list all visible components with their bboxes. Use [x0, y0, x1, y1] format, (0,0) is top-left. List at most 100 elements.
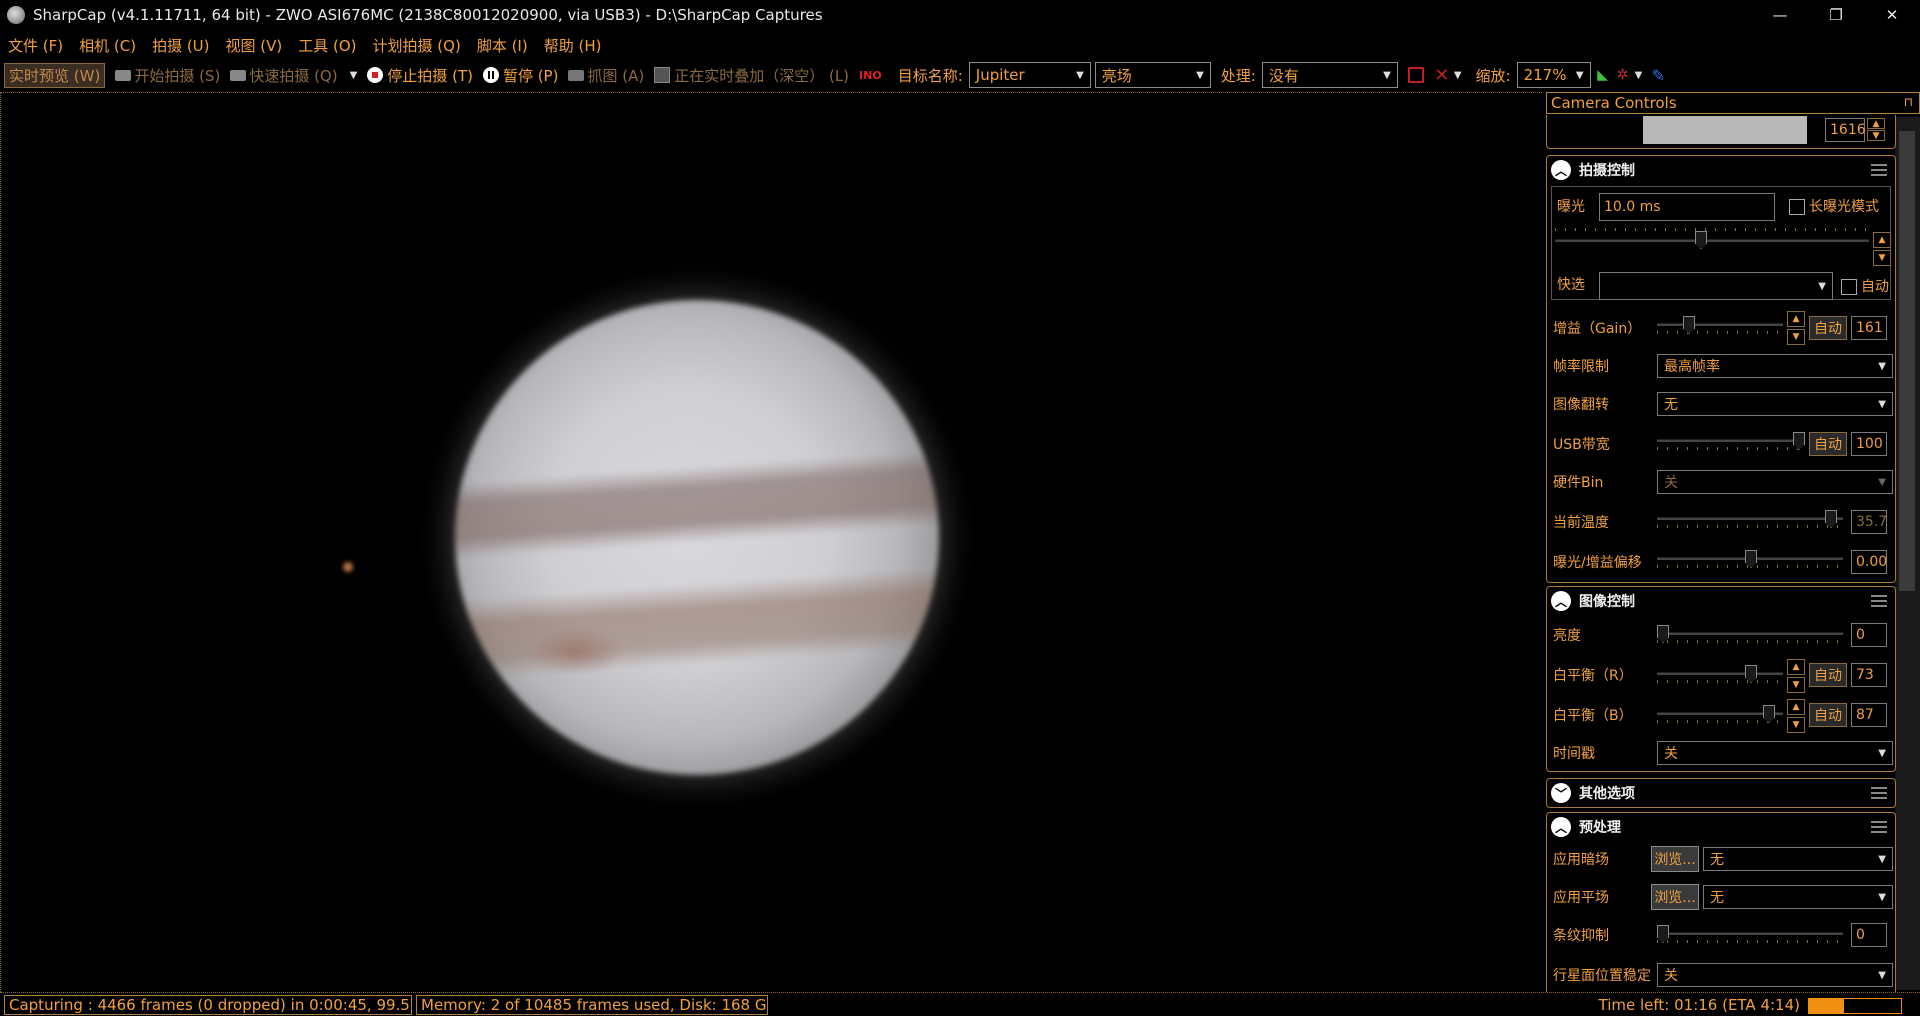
capture-control-header[interactable]: ︿ 拍摄控制 [1547, 156, 1895, 184]
snapshot-button[interactable]: 抓图 (A) [568, 65, 644, 86]
banding-value-field[interactable]: 0 [1851, 923, 1887, 947]
expand-icon[interactable]: ﹀ [1551, 783, 1571, 803]
exposure-slider-thumb[interactable] [1695, 231, 1707, 249]
temperature-slider [1657, 510, 1843, 530]
wb-r-slider[interactable] [1657, 665, 1783, 685]
quick-select-dropdown[interactable]: ▼ [1599, 272, 1833, 300]
other-options-header[interactable]: ﹀ 其他选项 [1547, 779, 1895, 807]
menu-capture[interactable]: 拍摄 (U) [152, 35, 209, 56]
menu-camera[interactable]: 相机 (C) [79, 35, 136, 56]
wb-r-spin[interactable]: ▲ ▼ [1787, 659, 1805, 693]
exposure-slider[interactable] [1555, 228, 1869, 249]
spin-up-icon[interactable]: ▲ [1873, 232, 1891, 248]
menu-bar: 文件 (F) 相机 (C) 拍摄 (U) 视图 (V) 工具 (O) 计划拍摄 … [0, 32, 609, 58]
spin-down-icon[interactable]: ▼ [1787, 717, 1805, 733]
timestamp-dropdown[interactable]: 关 ▼ [1657, 741, 1893, 765]
roi-spin[interactable]: ▲ ▼ [1867, 118, 1885, 142]
collapse-icon[interactable]: ︿ [1551, 591, 1571, 611]
gain-value-field[interactable]: 161 [1851, 316, 1887, 340]
wb-b-value-field[interactable]: 87 [1851, 703, 1887, 727]
long-exposure-checkbox[interactable] [1789, 199, 1805, 215]
preview-area[interactable] [0, 92, 1302, 960]
reticle-icon[interactable]: ✕ [1434, 65, 1450, 86]
spin-up-icon[interactable]: ▲ [1787, 699, 1805, 715]
brightness-value-field[interactable]: 0 [1851, 623, 1887, 647]
offset-slider[interactable] [1657, 550, 1843, 570]
live-stack-button[interactable]: 正在实时叠加（深空） (L) [654, 65, 849, 86]
spin-down-icon[interactable]: ▼ [1787, 677, 1805, 693]
usb-auto-button[interactable]: 自动 [1809, 432, 1847, 456]
menu-icon[interactable] [1871, 595, 1887, 607]
maximize-button[interactable]: ❐ [1808, 0, 1864, 30]
bin-dropdown[interactable]: 关 ▼ [1657, 470, 1893, 494]
gain-spin[interactable]: ▲ ▼ [1787, 311, 1805, 345]
focus-assist-icon[interactable]: ✲ [1615, 67, 1631, 83]
preprocessing-group: ︿ 预处理 应用暗场 浏览... 无 ▼ 应用平场 浏览... 无 ▼ 条纹抑制 0… [1546, 812, 1896, 1002]
dark-dropdown[interactable]: 无 ▼ [1703, 847, 1893, 871]
flat-browse-button[interactable]: 浏览... [1651, 884, 1699, 910]
image-control-header[interactable]: ︿ 图像控制 [1547, 587, 1895, 615]
panel-scrollbar[interactable] [1895, 117, 1920, 990]
exposure-spin[interactable]: ▲ ▼ [1873, 232, 1891, 266]
wb-b-auto-button[interactable]: 自动 [1809, 703, 1847, 727]
process-select[interactable]: 没有 ▼ [1261, 62, 1398, 88]
chevron-down-icon: ▼ [1878, 891, 1886, 903]
spin-up-icon[interactable]: ▲ [1867, 118, 1885, 129]
gain-slider[interactable] [1657, 316, 1783, 336]
spin-up-icon[interactable]: ▲ [1787, 659, 1805, 675]
zoom-select[interactable]: 217% ▼ [1516, 62, 1591, 88]
menu-tools[interactable]: 工具 (O) [298, 35, 356, 56]
spin-down-icon[interactable]: ▼ [1867, 130, 1885, 141]
chevron-down-icon[interactable]: ▼ [350, 70, 358, 81]
dark-browse-button[interactable]: 浏览... [1651, 846, 1699, 872]
wb-b-spin[interactable]: ▲ ▼ [1787, 699, 1805, 733]
wb-r-auto-button[interactable]: 自动 [1809, 663, 1847, 687]
menu-icon[interactable] [1871, 821, 1887, 833]
pause-button[interactable]: 暂停 (P) [482, 65, 558, 86]
chevron-down-icon[interactable]: ▼ [1635, 70, 1643, 81]
menu-icon[interactable] [1871, 787, 1887, 799]
close-button[interactable]: ✕ [1864, 0, 1920, 30]
fits-header-button[interactable]: INO [859, 69, 882, 82]
frame-type-select[interactable]: 亮场 ▼ [1094, 62, 1211, 88]
auto-exposure-checkbox[interactable] [1841, 279, 1857, 295]
menu-scripting[interactable]: 脚本 (I) [477, 35, 528, 56]
wb-r-value-field[interactable]: 73 [1851, 663, 1887, 687]
spin-up-icon[interactable]: ▲ [1787, 311, 1805, 327]
menu-help[interactable]: 帮助 (H) [544, 35, 602, 56]
brightness-slider[interactable] [1657, 625, 1843, 645]
collapse-icon[interactable]: ︿ [1551, 817, 1571, 837]
selection-area-icon[interactable] [1407, 67, 1424, 83]
usb-slider[interactable] [1657, 432, 1805, 452]
menu-view[interactable]: 视图 (V) [226, 35, 283, 56]
roi-value-field[interactable]: 1616 [1825, 118, 1866, 142]
target-name-select[interactable]: Jupiter ▼ [968, 62, 1091, 88]
banding-slider[interactable] [1657, 925, 1843, 945]
quick-capture-button[interactable]: 快速拍摄 (Q) ▼ [230, 65, 357, 86]
menu-icon[interactable] [1871, 164, 1887, 176]
spin-down-icon[interactable]: ▼ [1787, 329, 1805, 345]
framerate-dropdown[interactable]: 最高帧率 ▼ [1657, 354, 1893, 378]
start-capture-button[interactable]: 开始拍摄 (S) [115, 65, 220, 86]
chevron-down-icon: ▼ [1076, 69, 1084, 81]
offset-value-field[interactable]: 0.00 [1851, 550, 1887, 574]
usb-value-field[interactable]: 100 [1851, 432, 1887, 456]
wb-b-slider[interactable] [1657, 705, 1783, 725]
histogram-icon[interactable]: ◣ [1595, 67, 1611, 83]
gain-auto-button[interactable]: 自动 [1809, 316, 1847, 340]
spin-down-icon[interactable]: ▼ [1873, 250, 1891, 266]
flip-dropdown[interactable]: 无 ▼ [1657, 392, 1893, 416]
pin-icon[interactable]: ⊓ [1904, 95, 1913, 109]
exposure-field[interactable]: 10.0 ms [1599, 193, 1775, 221]
chevron-down-icon[interactable]: ▼ [1454, 70, 1462, 81]
minimize-button[interactable]: — [1752, 0, 1808, 30]
menu-schedule[interactable]: 计划拍摄 (Q) [373, 35, 461, 56]
live-preview-button[interactable]: 实时预览 (W) [4, 62, 106, 88]
polar-align-icon[interactable]: ✎ [1650, 66, 1666, 85]
menu-file[interactable]: 文件 (F) [8, 35, 63, 56]
collapse-icon[interactable]: ︿ [1551, 160, 1571, 180]
stabilization-dropdown[interactable]: 关 ▼ [1657, 963, 1893, 987]
preprocessing-header[interactable]: ︿ 预处理 [1547, 813, 1895, 841]
flat-dropdown[interactable]: 无 ▼ [1703, 885, 1893, 909]
stop-capture-button[interactable]: 停止拍摄 (T) [367, 65, 473, 86]
